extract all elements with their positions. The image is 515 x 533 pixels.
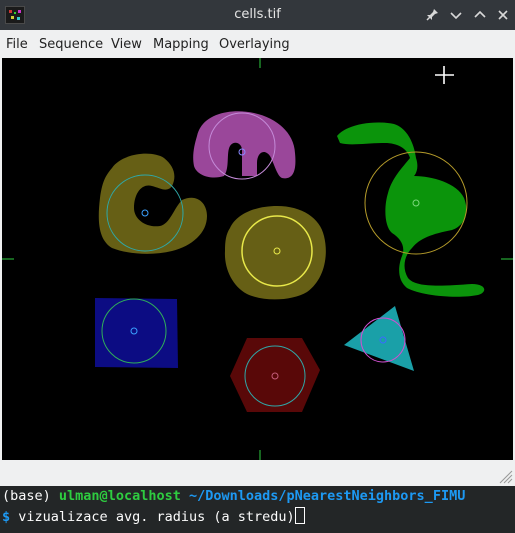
menu-view[interactable]: View [111,37,142,52]
menu-mapping[interactable]: Mapping [153,37,209,52]
crosshair-cursor-icon [435,66,454,84]
chevron-up-icon[interactable] [472,7,488,23]
cell-olive-round [224,206,326,300]
close-icon[interactable] [495,7,511,23]
prompt-symbol: $ [2,509,11,525]
terminal-command[interactable]: vizualizace avg. radius (a stredu) [18,509,294,525]
image-canvas[interactable] [2,58,513,460]
resize-grip-icon[interactable] [497,468,513,484]
conda-env: (base) [2,488,51,504]
cell-cyan-triangle [344,306,414,371]
cell-olive-c [98,153,207,254]
menu-overlaying[interactable]: Overlaying [219,37,290,52]
menu-file[interactable]: File [6,37,28,52]
title-bar: cells.tif [0,0,515,30]
canvas-area [0,58,515,460]
pin-icon[interactable] [424,7,440,23]
terminal-panel[interactable]: (base) ulman@localhost ~/Downloads/pNear… [0,486,515,533]
cell-green [337,122,485,297]
cell-red-hexagon [230,338,320,412]
menu-bar: File Sequence View Mapping Overlaying [0,30,515,58]
cell-pink [193,111,296,180]
chevron-down-icon[interactable] [448,7,464,23]
status-bar [0,460,515,486]
cell-blue-square [95,298,178,368]
terminal-line-2: $ vizualizace avg. radius (a stredu) [2,507,305,525]
current-path: ~/Downloads/pNearestNeighbors_FIMU [188,488,466,504]
menu-sequence[interactable]: Sequence [39,37,103,52]
terminal-line-1: (base) ulman@localhost ~/Downloads/pNear… [2,488,465,504]
user-host: ulman@localhost [58,488,181,504]
text-cursor [294,507,305,524]
